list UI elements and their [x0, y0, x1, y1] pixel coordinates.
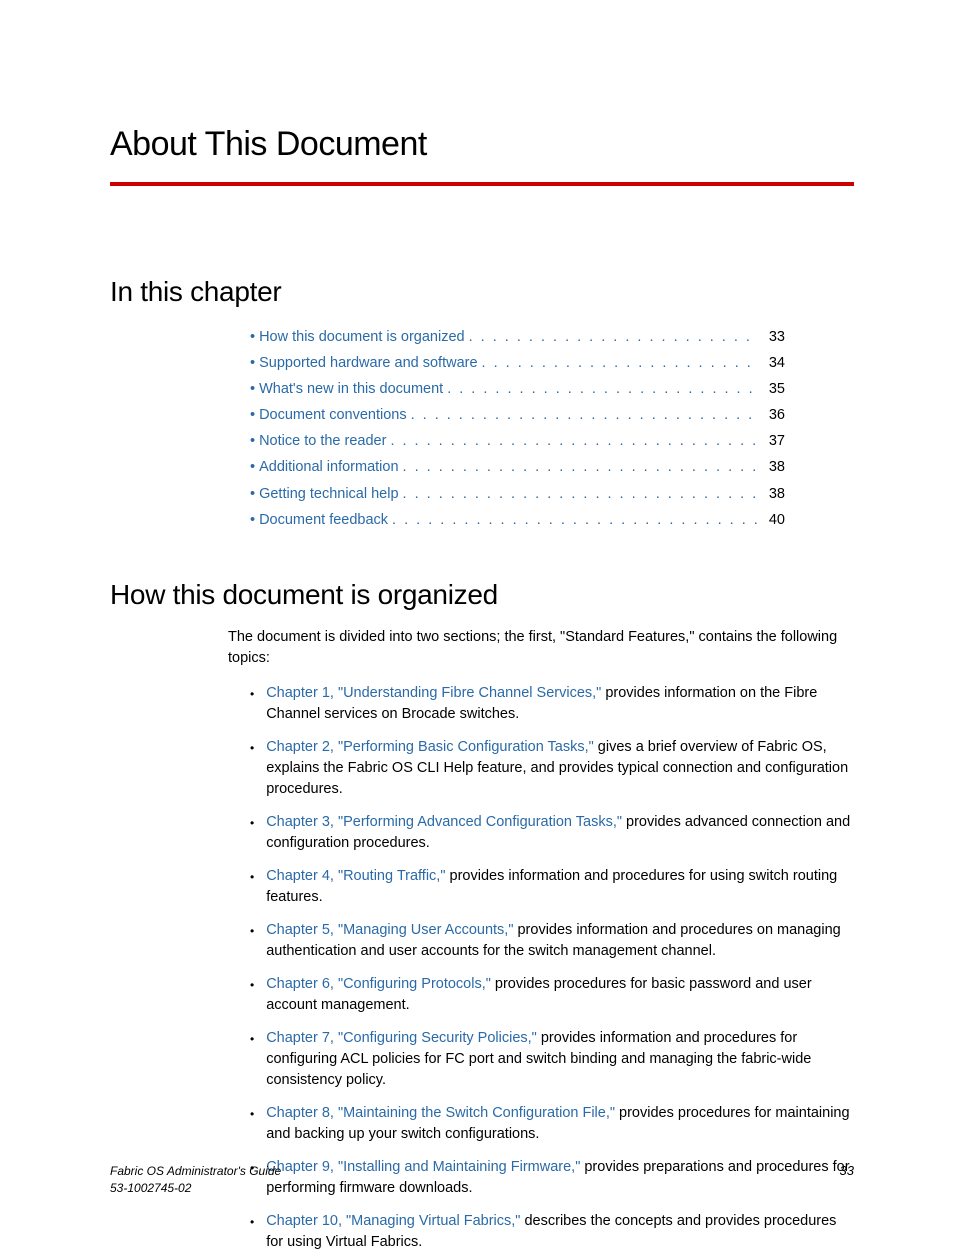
bullet-icon: •: [250, 324, 255, 350]
list-item: • Chapter 2, "Performing Basic Configurat…: [250, 737, 854, 800]
list-item-text: Chapter 4, "Routing Traffic," provides i…: [266, 866, 854, 908]
chapter-link[interactable]: Chapter 1, "Understanding Fibre Channel …: [266, 685, 601, 701]
toc-item[interactable]: •Document conventions 36: [250, 402, 785, 428]
list-item: • Chapter 6, "Configuring Protocols," pro…: [250, 974, 854, 1016]
bullet-icon: •: [250, 974, 254, 1016]
toc-item[interactable]: •Supported hardware and software 34: [250, 350, 785, 376]
list-item-text: Chapter 1, "Understanding Fibre Channel …: [266, 683, 854, 725]
list-item-text: Chapter 10, "Managing Virtual Fabrics," …: [266, 1211, 854, 1253]
chapter-link[interactable]: Chapter 8, "Maintaining the Switch Confi…: [266, 1105, 615, 1121]
bullet-icon: •: [250, 454, 255, 480]
bullet-icon: •: [250, 1028, 254, 1091]
bullet-icon: •: [250, 402, 255, 428]
bullet-icon: •: [250, 1103, 254, 1145]
bullet-icon: •: [250, 428, 255, 454]
bullet-icon: •: [250, 376, 255, 402]
bullet-icon: •: [250, 866, 254, 908]
toc-item[interactable]: •How this document is organized 33: [250, 324, 785, 350]
toc-link[interactable]: Supported hardware and software: [259, 350, 477, 376]
list-item-text: Chapter 3, "Performing Advanced Configur…: [266, 812, 854, 854]
toc-page: 36: [763, 402, 785, 428]
page-footer: Fabric OS Administrator's Guide 53-10027…: [110, 1163, 854, 1197]
toc-link[interactable]: Additional information: [259, 454, 398, 480]
toc-link[interactable]: How this document is organized: [259, 324, 465, 350]
footer-page-number: 33: [840, 1163, 854, 1197]
bullet-icon: •: [250, 1211, 254, 1253]
section-in-this-chapter: In this chapter: [110, 276, 854, 308]
intro-paragraph: The document is divided into two section…: [228, 627, 854, 669]
bullet-icon: •: [250, 683, 254, 725]
chapter-link[interactable]: Chapter 7, "Configuring Security Policie…: [266, 1030, 537, 1046]
list-item: • Chapter 3, "Performing Advanced Configu…: [250, 812, 854, 854]
toc-page: 38: [763, 481, 785, 507]
bullet-icon: •: [250, 737, 254, 800]
list-item: • Chapter 10, "Managing Virtual Fabrics,"…: [250, 1211, 854, 1253]
bullet-icon: •: [250, 481, 255, 507]
toc-leader: [392, 507, 759, 533]
page-title: About This Document: [110, 125, 854, 164]
list-item-text: Chapter 7, "Configuring Security Policie…: [266, 1028, 854, 1091]
footer-doc-number: 53-1002745-02: [110, 1180, 281, 1197]
toc-page: 37: [763, 428, 785, 454]
list-item-text: Chapter 6, "Configuring Protocols," prov…: [266, 974, 854, 1016]
toc-page: 33: [763, 324, 785, 350]
list-item-text: Chapter 2, "Performing Basic Configurati…: [266, 737, 854, 800]
list-item: • Chapter 8, "Maintaining the Switch Conf…: [250, 1103, 854, 1145]
toc-page: 38: [763, 454, 785, 480]
toc-page: 35: [763, 376, 785, 402]
title-rule: [110, 182, 854, 186]
bullet-icon: •: [250, 350, 255, 376]
list-item: • Chapter 7, "Configuring Security Polici…: [250, 1028, 854, 1091]
toc-link[interactable]: Notice to the reader: [259, 428, 386, 454]
toc-item[interactable]: •What's new in this document 35: [250, 376, 785, 402]
toc-item[interactable]: •Additional information 38: [250, 454, 785, 480]
toc-list: •How this document is organized33•Suppor…: [250, 324, 785, 533]
bullet-icon: •: [250, 920, 254, 962]
chapter-link[interactable]: Chapter 4, "Routing Traffic,": [266, 868, 445, 884]
toc-leader: [411, 402, 759, 428]
list-item: • Chapter 5, "Managing User Accounts," pr…: [250, 920, 854, 962]
toc-leader: [469, 324, 759, 350]
chapter-link[interactable]: Chapter 5, "Managing User Accounts,": [266, 922, 513, 938]
section-how-organized: How this document is organized: [110, 579, 854, 611]
toc-item[interactable]: •Document feedback 40: [250, 507, 785, 533]
toc-link[interactable]: What's new in this document: [259, 376, 443, 402]
footer-doc-title: Fabric OS Administrator's Guide: [110, 1163, 281, 1180]
chapter-link[interactable]: Chapter 3, "Performing Advanced Configur…: [266, 814, 622, 830]
toc-leader: [403, 481, 759, 507]
toc-page: 34: [763, 350, 785, 376]
list-item: • Chapter 4, "Routing Traffic," provides …: [250, 866, 854, 908]
toc-page: 40: [763, 507, 785, 533]
toc-link[interactable]: Document feedback: [259, 507, 388, 533]
bullet-icon: •: [250, 507, 255, 533]
toc-item[interactable]: •Notice to the reader 37: [250, 428, 785, 454]
bullet-icon: •: [250, 812, 254, 854]
list-item: • Chapter 1, "Understanding Fibre Channel…: [250, 683, 854, 725]
toc-leader: [403, 454, 759, 480]
toc-leader: [482, 350, 759, 376]
chapter-link[interactable]: Chapter 6, "Configuring Protocols,": [266, 976, 491, 992]
toc-link[interactable]: Document conventions: [259, 402, 407, 428]
toc-link[interactable]: Getting technical help: [259, 481, 398, 507]
toc-leader: [390, 428, 758, 454]
chapter-link[interactable]: Chapter 2, "Performing Basic Configurati…: [266, 739, 594, 755]
list-item-text: Chapter 8, "Maintaining the Switch Confi…: [266, 1103, 854, 1145]
chapter-link[interactable]: Chapter 10, "Managing Virtual Fabrics,": [266, 1213, 520, 1229]
list-item-text: Chapter 5, "Managing User Accounts," pro…: [266, 920, 854, 962]
toc-item[interactable]: •Getting technical help 38: [250, 481, 785, 507]
toc-leader: [447, 376, 759, 402]
